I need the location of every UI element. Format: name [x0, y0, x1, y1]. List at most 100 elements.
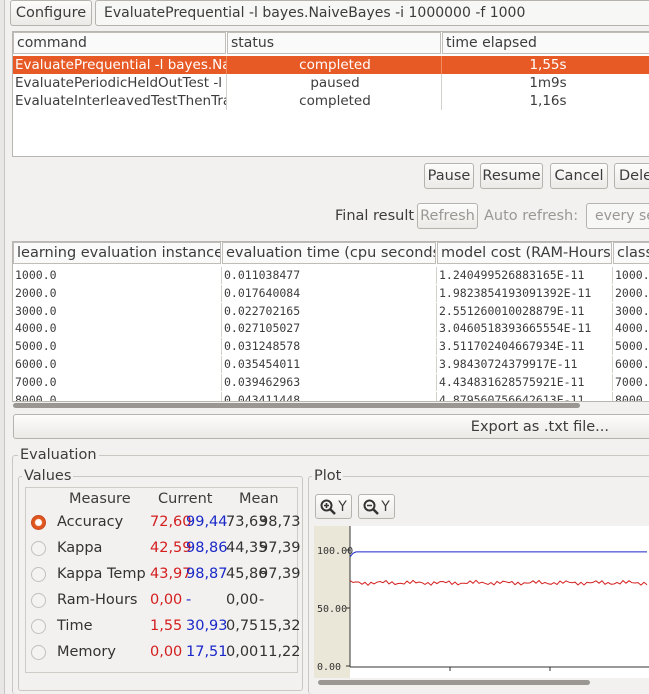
- task-time: 1,16s: [529, 93, 567, 109]
- results-row[interactable]: 4000.0 0.027105027 3.0460518393665554E-11 4…: [13, 320, 649, 338]
- results-row[interactable]: 1000.0 0.011038477 1.240499526883165E-11 10…: [13, 267, 649, 285]
- results-cell: 0.035454011: [222, 356, 437, 373]
- measure-radio[interactable]: [31, 515, 46, 530]
- values-title: Values: [22, 468, 74, 484]
- measure-mean-b: 97,39: [259, 540, 301, 556]
- y-tick-label: 50.00: [317, 604, 347, 615]
- export-button[interactable]: Export as .txt file...: [13, 414, 649, 439]
- results-cell: 2000.0: [613, 285, 649, 302]
- command-field[interactable]: EvaluatePrequential -l bayes.NaiveBayes …: [95, 0, 649, 26]
- results-cell: 5000.0: [13, 338, 222, 356]
- pause-button[interactable]: Pause: [424, 163, 474, 189]
- results-cell: 7000.0: [13, 373, 222, 391]
- zoom-out-icon: [363, 499, 380, 515]
- results-cell: 3.98430724379917E-11: [437, 356, 613, 373]
- task-row[interactable]: EvaluatePeriodicHeldOutTest -l bayes.Nai…: [13, 74, 649, 92]
- results-cell: 4000.0: [13, 320, 222, 338]
- column-header-time[interactable]: time elapsed: [442, 32, 649, 54]
- results-cell: 4.879560756642613E-11: [437, 391, 613, 401]
- results-cell: 4.434831628575921E-11: [437, 373, 613, 391]
- measure-current-b: -: [186, 592, 192, 608]
- task-row[interactable]: EvaluatePrequential -l bayes.NaiveBayes …: [13, 56, 649, 74]
- measure-name: Time: [57, 618, 93, 634]
- measure-name: Accuracy: [57, 514, 124, 530]
- results-cell: 5000.0: [613, 338, 649, 355]
- zoom-in-y-button[interactable]: Y: [315, 494, 352, 519]
- measure-name: Kappa: [57, 540, 103, 556]
- results-row[interactable]: 5000.0 0.031248578 3.511702404667934E-11 50…: [13, 338, 649, 356]
- evaluation-title: Evaluation: [18, 447, 99, 463]
- plot-horizontal-scrollbar[interactable]: [318, 680, 590, 685]
- results-cell: 3.0460518393665554E-11: [437, 320, 613, 338]
- column-header-instances[interactable]: learning evaluation instances: [13, 242, 221, 264]
- column-header-command[interactable]: command: [13, 32, 226, 54]
- measure-current-a: 1,55: [150, 618, 183, 634]
- zoom-in-axis-label: Y: [338, 498, 347, 515]
- results-cell: 1.9823854193091392E-11: [437, 284, 613, 302]
- results-cell: 1000.0: [613, 267, 649, 284]
- results-cell: 4000.0: [613, 320, 649, 337]
- measure-current-a: 0,00: [150, 592, 183, 608]
- zoom-out-y-button[interactable]: Y: [358, 494, 395, 519]
- resume-button[interactable]: Resume: [480, 163, 543, 189]
- measure-mean-b: 97,39: [259, 566, 301, 582]
- task-status: completed: [227, 92, 442, 110]
- measure-current-a: 0,00: [150, 644, 183, 660]
- measure-current-b: 99,44: [186, 514, 228, 530]
- current-header: Current: [158, 491, 213, 507]
- results-row[interactable]: 6000.0 0.035454011 3.98430724379917E-11 600…: [13, 356, 649, 374]
- results-cell: 8000.0: [613, 392, 649, 401]
- results-cell: 8000.0: [13, 391, 222, 401]
- delete-button[interactable]: Delete: [614, 163, 649, 189]
- auto-refresh-label: Auto refresh:: [484, 208, 579, 224]
- results-cell: 3000.0: [613, 303, 649, 320]
- results-row[interactable]: 7000.0 0.039462963 4.434831628575921E-11 70…: [13, 373, 649, 392]
- refresh-interval-select[interactable]: every second: [586, 203, 649, 229]
- measure-radio[interactable]: [31, 593, 46, 608]
- results-cell: 3000.0: [13, 302, 222, 320]
- measure-mean-a: 0,00: [226, 592, 259, 608]
- measure-radio[interactable]: [31, 645, 46, 660]
- column-header-classified[interactable]: classified instances: [613, 242, 649, 264]
- measure-radio[interactable]: [31, 541, 46, 556]
- task-command: EvaluatePeriodicHeldOutTest -l bayes.Nai…: [13, 74, 227, 92]
- results-horizontal-scrollbar[interactable]: [13, 403, 580, 408]
- task-command: EvaluateInterleavedTestThenTrain -l baye…: [15, 92, 227, 110]
- plot-area: [350, 526, 649, 678]
- results-table: learning evaluation instances evaluation…: [12, 241, 649, 402]
- measure-current-b: 17,51: [186, 644, 228, 660]
- column-header-status[interactable]: status: [227, 32, 441, 54]
- results-cell: 0.011038477: [222, 267, 437, 284]
- refresh-button[interactable]: Refresh: [417, 203, 478, 229]
- results-row[interactable]: 3000.0 0.022702165 2.551260010028879E-11 30…: [13, 302, 649, 321]
- task-status: completed: [227, 56, 442, 74]
- task-time: 1m9s: [529, 75, 567, 91]
- cancel-button[interactable]: Cancel: [550, 163, 608, 189]
- configure-button[interactable]: Configure: [10, 0, 92, 26]
- results-cell: 0.027105027: [222, 320, 437, 338]
- task-row[interactable]: EvaluateInterleavedTestThenTrain -l baye…: [13, 92, 649, 110]
- results-cell: 3.511702404667934E-11: [437, 338, 613, 356]
- results-cell: 0.031248578: [222, 338, 437, 356]
- results-cell: 6000.0: [13, 356, 222, 373]
- evaluation-plot: 100.00 50.00 0.00: [314, 526, 649, 678]
- results-row[interactable]: 2000.0 0.017640084 1.9823854193091392E-11 2…: [13, 284, 649, 303]
- measure-radio[interactable]: [31, 619, 46, 634]
- measure-current-b: 98,87: [186, 566, 228, 582]
- measure-radio[interactable]: [31, 567, 46, 582]
- column-header-eval-time[interactable]: evaluation time (cpu seconds): [222, 242, 436, 264]
- results-row[interactable]: 8000.0 0.043411448 4.879560756642613E-11 80…: [13, 391, 649, 401]
- y-tick-label: 0.00: [317, 662, 341, 673]
- results-cell: 0.039462963: [222, 373, 437, 391]
- measure-mean-a: 0,00: [226, 644, 259, 660]
- measure-mean-b: 98,73: [259, 514, 301, 530]
- results-cell: 2000.0: [13, 284, 222, 302]
- column-header-model-cost[interactable]: model cost (RAM-Hours): [437, 242, 612, 264]
- measure-mean-b: 15,32: [259, 618, 301, 634]
- task-status: paused: [227, 74, 442, 92]
- measure-name: Ram-Hours: [57, 592, 138, 608]
- results-cell: 1000.0: [13, 267, 222, 284]
- results-cell: 6000.0: [613, 356, 649, 373]
- results-cell: 0.017640084: [222, 284, 437, 302]
- task-time: 1,55s: [529, 57, 567, 73]
